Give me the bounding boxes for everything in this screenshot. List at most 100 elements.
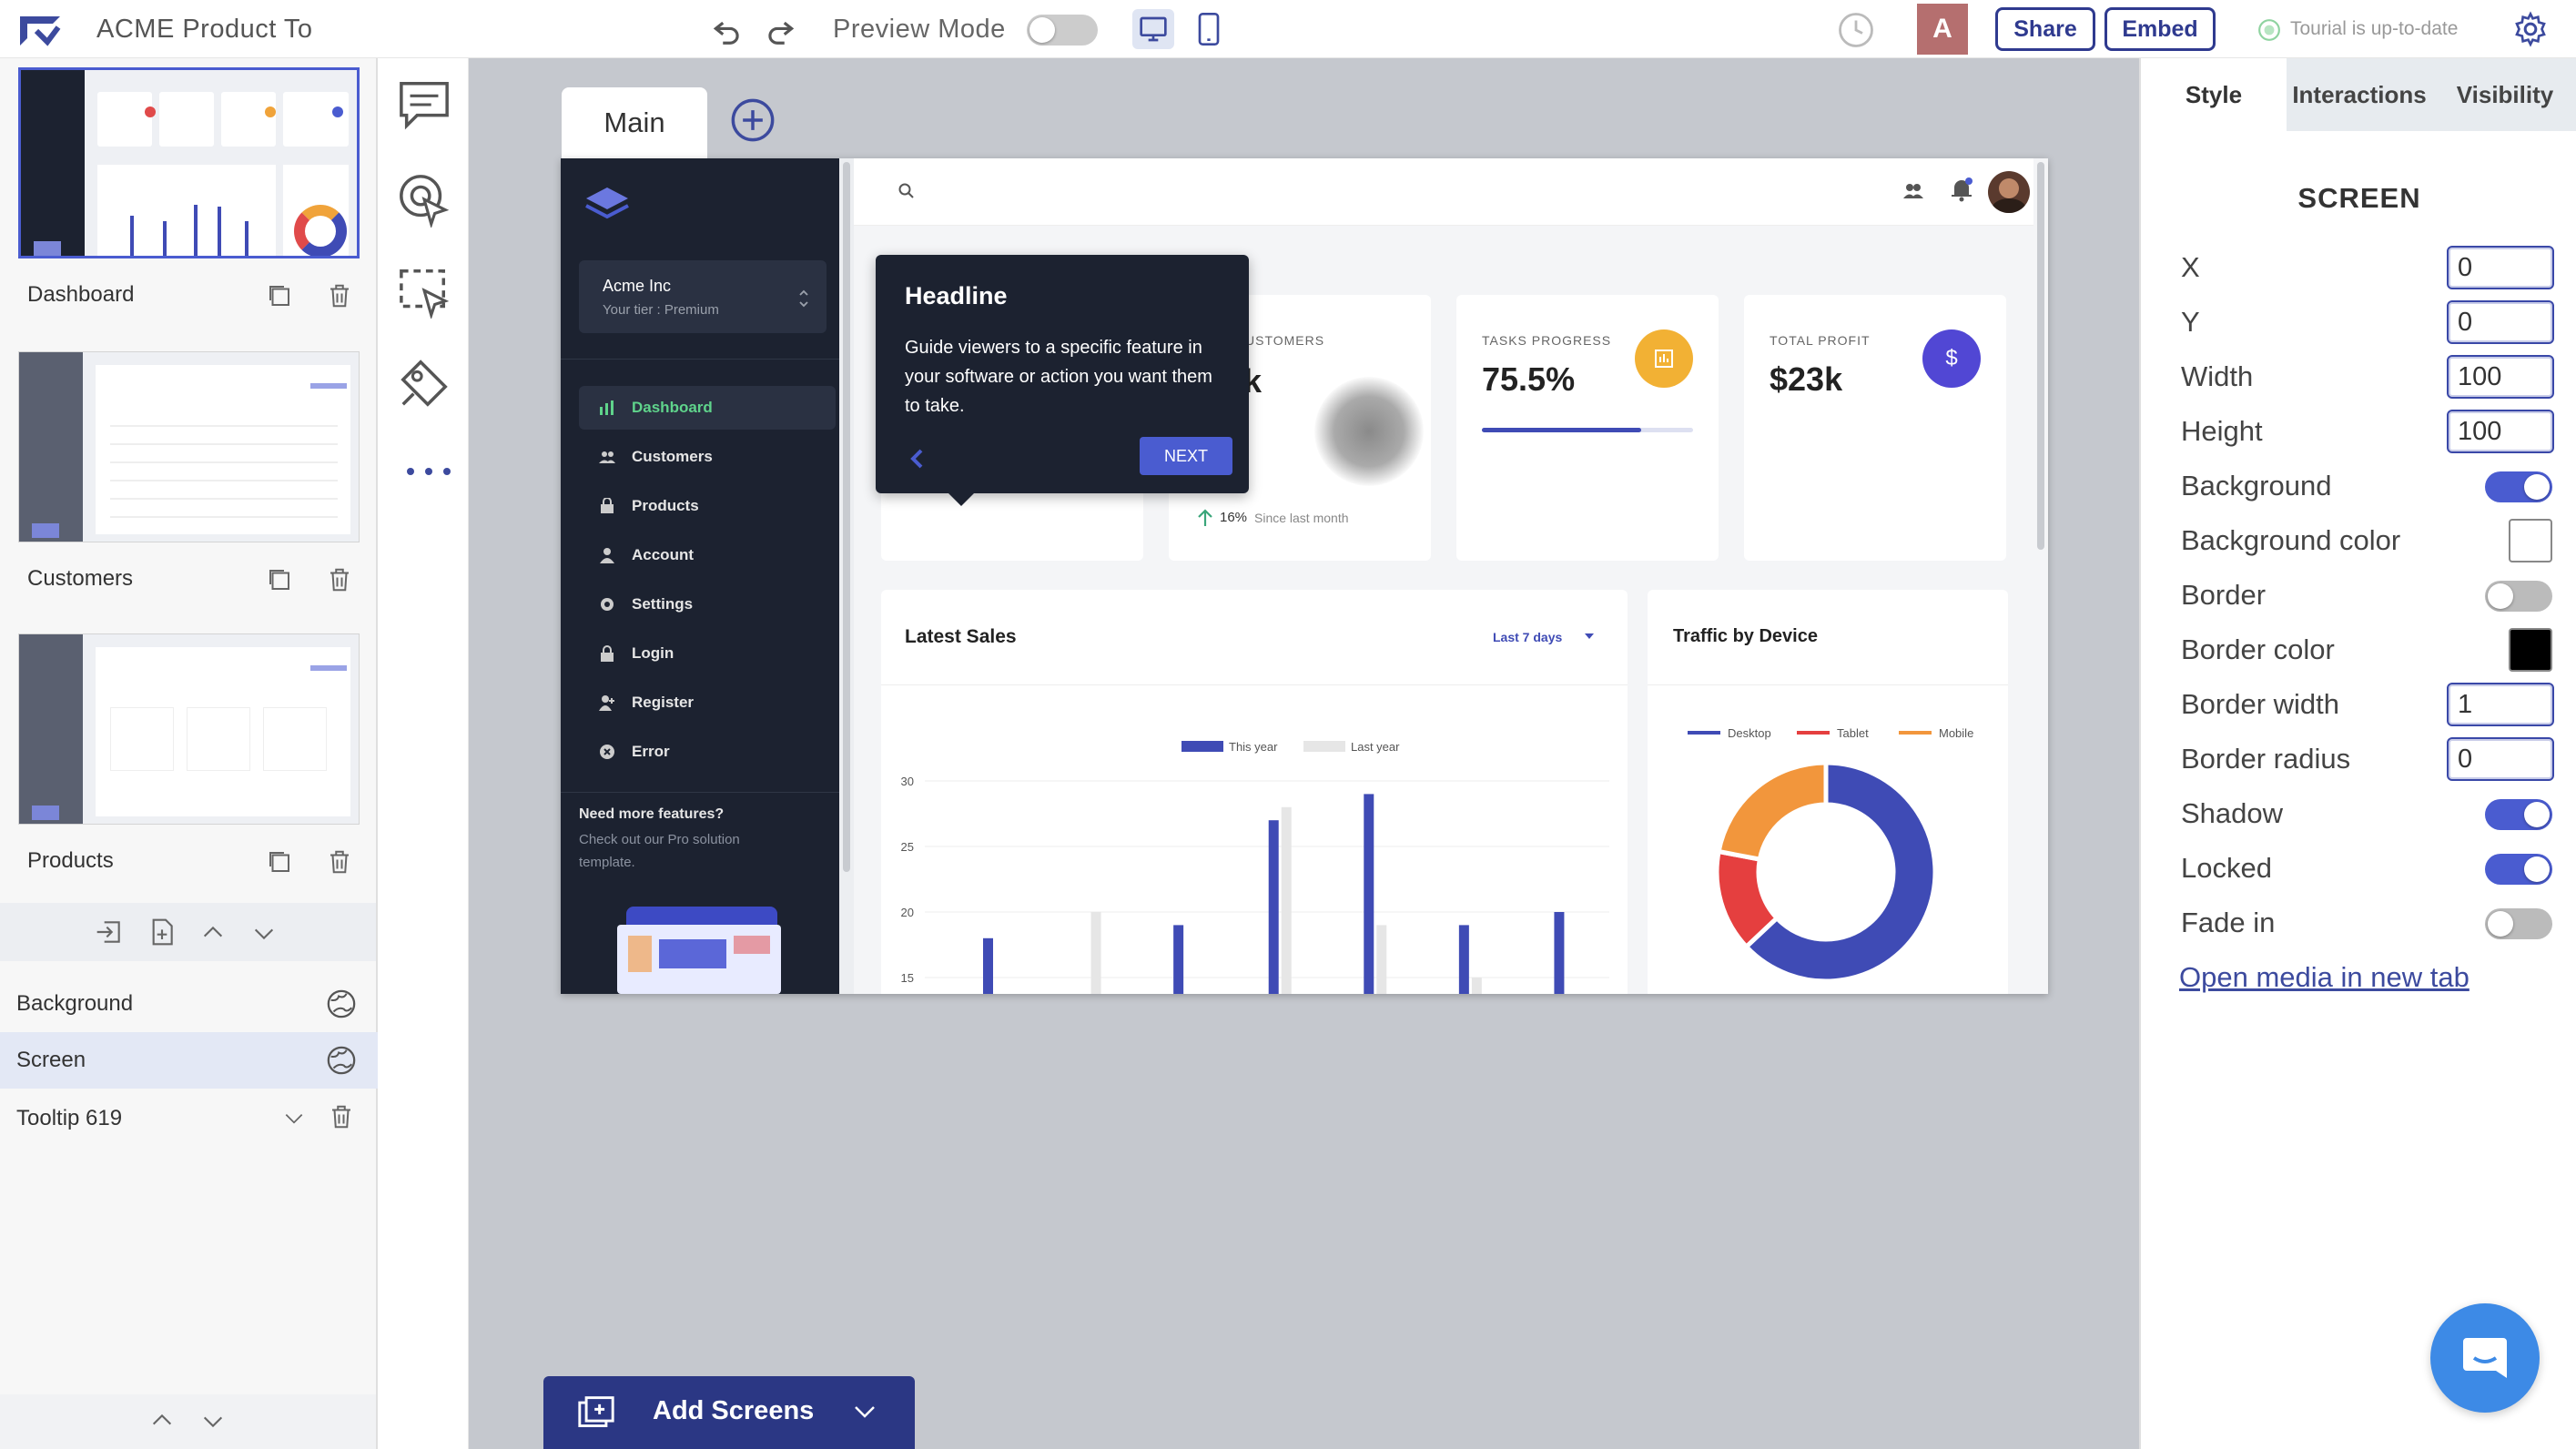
sidebar-scrollbar[interactable] — [839, 158, 854, 994]
trash-icon[interactable] — [326, 282, 353, 309]
hotspot-tool-icon[interactable] — [396, 171, 452, 228]
shadow-toggle[interactable] — [2485, 799, 2552, 830]
add-layer-icon[interactable] — [147, 917, 177, 947]
range-dropdown[interactable]: Last 7 days — [1493, 630, 1562, 644]
org-selector[interactable]: Acme Inc Your tier : Premium — [579, 260, 827, 333]
promo-illustration — [617, 903, 785, 994]
caret-down-icon[interactable] — [1584, 632, 1595, 641]
nav-error[interactable]: Error — [579, 730, 836, 774]
screen-label-products[interactable]: Products — [27, 848, 114, 874]
nav-settings[interactable]: Settings — [579, 583, 836, 626]
height-input[interactable]: 100 — [2447, 410, 2554, 453]
bar-last-year — [1090, 912, 1101, 994]
trash-icon[interactable] — [326, 566, 353, 593]
contacts-icon[interactable] — [1902, 182, 1924, 200]
status-check-icon — [2257, 18, 2281, 42]
tooltip-back-icon[interactable] — [908, 448, 927, 470]
fade-in-label: Fade in — [2181, 907, 2276, 938]
add-tab-icon[interactable] — [729, 96, 776, 144]
settings-gear-icon[interactable] — [2512, 11, 2549, 47]
tooltip-popup[interactable]: Headline Guide viewers to a specific fea… — [876, 255, 1249, 506]
area-select-tool-icon[interactable] — [396, 266, 452, 319]
project-title[interactable]: ACME Product To — [96, 15, 312, 45]
bag-icon — [601, 498, 614, 513]
height-label: Height — [2181, 415, 2263, 447]
move-up-icon[interactable] — [198, 919, 228, 945]
tab-style[interactable]: Style — [2141, 58, 2287, 131]
nav-login[interactable]: Login — [579, 632, 836, 675]
nav-dashboard[interactable]: Dashboard — [579, 386, 836, 430]
border-width-input[interactable]: 1 — [2447, 683, 2554, 726]
tooltip-headline[interactable]: Headline — [905, 282, 1008, 310]
embed-button[interactable]: Embed — [2104, 7, 2216, 51]
scroll-up-icon[interactable] — [147, 1407, 177, 1433]
add-screens-button[interactable]: Add Screens — [543, 1376, 915, 1449]
scroll-down-icon[interactable] — [198, 1409, 228, 1434]
duplicate-icon[interactable] — [266, 566, 293, 593]
layer-row-screen[interactable]: Screen — [0, 1032, 378, 1089]
x-input[interactable]: 0 — [2447, 246, 2554, 289]
border-color-swatch[interactable] — [2509, 628, 2552, 672]
x-label: X — [2181, 251, 2200, 283]
notifications-bell-icon[interactable] — [1950, 177, 1973, 202]
search-icon[interactable] — [898, 182, 916, 200]
screen-thumbnail-dashboard[interactable] — [18, 67, 360, 258]
logo-icon[interactable] — [16, 13, 67, 49]
share-button[interactable]: Share — [1995, 7, 2095, 51]
org-tier: Your tier : Premium — [603, 302, 719, 318]
chevron-down-icon[interactable] — [279, 1107, 309, 1130]
trash-icon[interactable] — [326, 848, 353, 876]
user-avatar[interactable]: A — [1917, 4, 1968, 55]
background-color-swatch[interactable] — [2509, 519, 2552, 562]
import-layer-icon[interactable] — [95, 917, 124, 947]
nav-account[interactable]: Account — [579, 533, 836, 577]
chat-support-button[interactable] — [2430, 1303, 2540, 1413]
nav-register[interactable]: Register — [579, 681, 836, 724]
screen-thumbnail-products[interactable] — [18, 633, 360, 825]
history-icon[interactable] — [1837, 11, 1875, 49]
screen-label-dashboard[interactable]: Dashboard — [27, 282, 134, 308]
nav-products[interactable]: Products — [579, 484, 836, 528]
mobile-view-button[interactable] — [1196, 11, 1222, 47]
screen-preview[interactable]: Acme Inc Your tier : Premium Dashboard C… — [561, 158, 2048, 994]
fade-in-toggle[interactable] — [2485, 908, 2552, 939]
main-scrollbar[interactable] — [2033, 158, 2048, 994]
border-radius-input[interactable]: 0 — [2447, 737, 2554, 781]
globe-icon[interactable] — [326, 988, 357, 1019]
bar-last-year — [1376, 925, 1387, 994]
profile-avatar[interactable] — [1988, 171, 2030, 213]
redo-icon[interactable] — [763, 13, 797, 47]
y-input[interactable]: 0 — [2447, 300, 2554, 344]
chevron-down-icon[interactable] — [849, 1398, 880, 1425]
tooltip-tool-icon[interactable] — [396, 78, 452, 131]
tab-interactions[interactable]: Interactions — [2287, 58, 2432, 131]
org-name: Acme Inc — [603, 277, 672, 295]
y-label: Y — [2181, 306, 2200, 338]
more-tools-icon[interactable] — [403, 464, 454, 479]
tooltip-body[interactable]: Guide viewers to a specific feature in y… — [905, 333, 1232, 421]
background-toggle[interactable] — [2485, 471, 2552, 502]
open-media-link[interactable]: Open media in new tab — [2179, 961, 2470, 994]
preview-mode-toggle[interactable] — [1027, 15, 1098, 46]
screen-thumbnail-customers[interactable] — [18, 351, 360, 542]
undo-icon[interactable] — [710, 13, 745, 47]
border-toggle[interactable] — [2485, 581, 2552, 612]
duplicate-icon[interactable] — [266, 848, 293, 876]
duplicate-icon[interactable] — [266, 282, 293, 309]
preview-mode-label: Preview Mode — [833, 15, 1006, 44]
locked-toggle[interactable] — [2485, 854, 2552, 885]
spotlight-tool-icon[interactable] — [396, 355, 452, 411]
move-down-icon[interactable] — [249, 921, 279, 947]
trash-icon[interactable] — [328, 1103, 355, 1130]
tab-visibility[interactable]: Visibility — [2432, 58, 2576, 131]
layer-row-tooltip[interactable]: Tooltip 619 — [0, 1090, 378, 1147]
tooltip-next-button[interactable]: NEXT — [1140, 437, 1232, 475]
globe-icon[interactable] — [326, 1045, 357, 1076]
screen-label-customers[interactable]: Customers — [27, 566, 133, 592]
width-input[interactable]: 100 — [2447, 355, 2554, 399]
desktop-view-button[interactable] — [1132, 9, 1174, 49]
tab-main[interactable]: Main — [562, 87, 707, 158]
selector-arrows-icon — [797, 288, 810, 309]
layer-row-background[interactable]: Background — [0, 976, 378, 1032]
nav-customers[interactable]: Customers — [579, 435, 836, 479]
